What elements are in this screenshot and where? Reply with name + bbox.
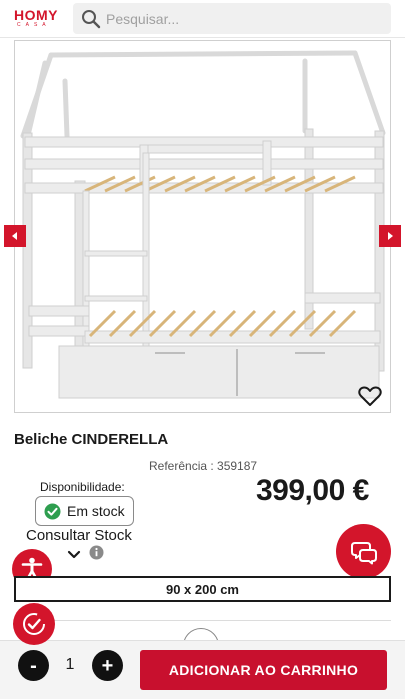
- next-image-button[interactable]: [379, 225, 401, 247]
- chevron-down-icon[interactable]: [67, 548, 81, 562]
- size-option-label: 90 x 200 cm: [165, 581, 239, 597]
- clock-check-icon: [23, 613, 45, 635]
- product-price: 399,00 €: [256, 474, 369, 507]
- size-option[interactable]: 90 x 200 cm: [14, 576, 391, 602]
- chat-button[interactable]: [336, 524, 391, 579]
- stock-status-text: Em stock: [67, 503, 125, 519]
- search-icon[interactable]: [81, 9, 101, 29]
- product-image: [20, 50, 386, 399]
- logo-text: HOMY: [14, 7, 58, 23]
- chat-icon: [350, 541, 377, 564]
- consult-stock-label[interactable]: Consultar Stock: [26, 527, 132, 544]
- heart-icon[interactable]: [358, 385, 382, 407]
- chevron-left-icon: [12, 232, 17, 240]
- add-to-cart-button[interactable]: ADICIONAR AO CARRINHO: [140, 650, 387, 690]
- logo-subtext: CASA: [17, 22, 51, 28]
- product-reference: Referência : 359187: [149, 459, 258, 473]
- quantity-decrease-button[interactable]: -: [18, 650, 49, 681]
- search-bar[interactable]: [73, 3, 391, 34]
- section-divider: [14, 620, 391, 621]
- quantity-increase-button[interactable]: +: [92, 650, 123, 681]
- quantity-value[interactable]: 1: [64, 656, 76, 674]
- site-header: HOMY CASA: [0, 0, 405, 38]
- info-icon[interactable]: [89, 545, 104, 560]
- recently-viewed-button[interactable]: [13, 603, 55, 645]
- homy-logo[interactable]: HOMY CASA: [14, 8, 62, 32]
- search-input[interactable]: [106, 3, 386, 34]
- check-circle-icon: [44, 503, 61, 519]
- prev-image-button[interactable]: [4, 225, 26, 247]
- availability-label: Disponibilidade:: [40, 480, 125, 494]
- chevron-right-icon: [388, 232, 393, 240]
- product-image-gallery[interactable]: [14, 40, 391, 413]
- stock-status-badge: Em stock: [35, 496, 134, 526]
- product-title: Beliche CINDERELLA: [14, 431, 169, 448]
